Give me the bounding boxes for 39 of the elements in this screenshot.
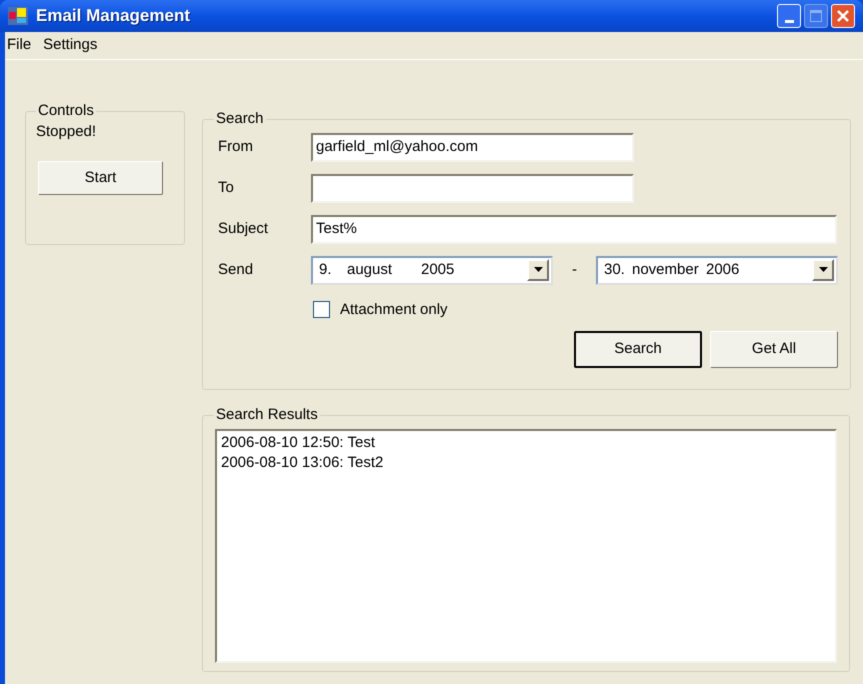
maximize-icon	[810, 10, 822, 22]
close-button[interactable]	[831, 4, 855, 28]
group-title: Controls	[37, 101, 95, 121]
field-label: Send	[218, 260, 254, 280]
field-label: From	[218, 136, 254, 157]
group-title: Search	[215, 109, 265, 129]
text-field[interactable]: Test%	[311, 214, 837, 244]
caret-icon	[534, 267, 542, 273]
caret-icon	[818, 267, 828, 273]
date-separator: -	[572, 260, 577, 280]
group-title: Search Results	[215, 405, 319, 425]
action-button[interactable]: Search	[574, 331, 702, 368]
close-icon	[837, 10, 849, 22]
field-value: Test%	[316, 218, 357, 239]
status-text: Stopped!	[36, 122, 98, 142]
field-label: Subject	[218, 218, 270, 239]
minimize-icon	[784, 20, 794, 23]
results-list[interactable]: 2006-08-10 12:50: Test 2006-08-10 13:06: Test2	[215, 428, 837, 662]
dropdown-button[interactable]	[527, 259, 549, 281]
start-button[interactable]: Start	[38, 161, 163, 195]
minimize-button[interactable]	[777, 4, 801, 28]
menu-item[interactable]: Settings	[43, 34, 98, 57]
list-item[interactable]: 2006-08-10 13:06: Test2	[221, 452, 831, 472]
window-title: Email Management	[36, 5, 190, 28]
date-text: 30. november 2006	[603, 260, 740, 280]
app-icon	[8, 7, 28, 25]
date-picker[interactable]: 30. november 2006	[596, 256, 838, 284]
text-field[interactable]	[311, 174, 634, 202]
dropdown-button[interactable]	[812, 259, 834, 281]
field-value: garfield_ml@yahoo.com	[316, 136, 478, 157]
action-button[interactable]: Get All	[710, 331, 838, 368]
list-item[interactable]: 2006-08-10 12:50: Test	[221, 432, 831, 452]
date-picker[interactable]: 9. august 2005	[311, 256, 553, 284]
text-field[interactable]: garfield_ml@yahoo.com	[311, 132, 634, 162]
menu-item[interactable]: File	[7, 34, 32, 57]
date-text: 9. august 2005	[318, 260, 454, 280]
checkbox-label: Attachment only	[340, 300, 448, 320]
checkbox[interactable]	[313, 301, 330, 318]
field-label: To	[218, 178, 235, 198]
